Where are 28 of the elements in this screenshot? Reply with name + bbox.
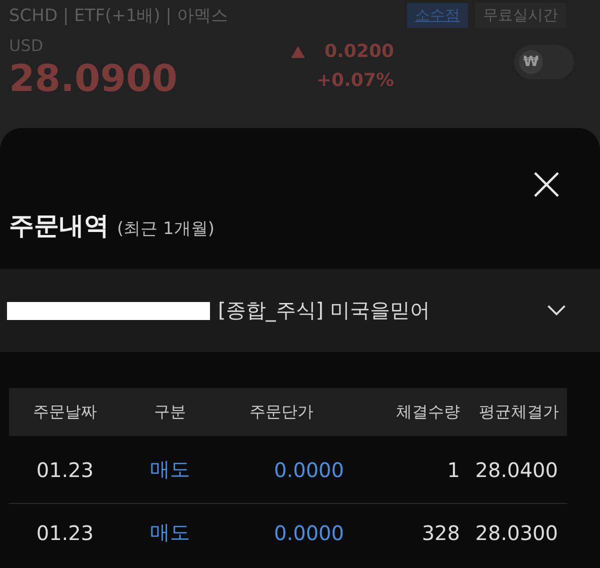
won-toggle[interactable]: ₩: [514, 45, 574, 79]
table-cell-text: 1: [446, 458, 460, 482]
table-cell-text: 01.23: [35, 458, 95, 482]
table-cell-text: 0.0000: [273, 520, 344, 544]
column-header: 주문날짜: [32, 402, 98, 422]
change-percent: +0.07%: [316, 70, 394, 91]
account-name: [종합_주식] 미국을믿어: [218, 297, 431, 324]
column-header: 주문단가: [248, 402, 314, 422]
close-icon[interactable]: [534, 172, 559, 197]
table-cell-text: 01.23: [35, 520, 95, 544]
toggle-knob: ₩: [519, 50, 543, 74]
table-cell-text: 328: [420, 520, 460, 544]
column-header: 구분: [153, 402, 187, 422]
table-cell-text: 28.0300: [474, 520, 559, 544]
column-header: 평균체결가: [478, 402, 560, 422]
table-cell-text: 28.0400: [474, 458, 559, 482]
sheet-title: 주문내역: [9, 210, 109, 242]
price: 28.0900: [9, 57, 179, 100]
up-triangle-icon: [290, 46, 305, 58]
table-cell-text: 매도: [149, 456, 191, 483]
account-selector[interactable]: [종합_주식] 미국을믿어: [0, 269, 600, 352]
column-header: 체결수량: [395, 402, 460, 422]
period-label: (최근 1개월): [117, 218, 214, 240]
table-cell-text: 매도: [149, 519, 191, 546]
symbol-info: SCHD | ETF(+1배) | 아멕스: [9, 4, 228, 26]
price-change: 0.0200: [324, 41, 394, 62]
table-cell-text: 0.0000: [273, 458, 344, 482]
chevron-down-icon: [547, 305, 566, 316]
